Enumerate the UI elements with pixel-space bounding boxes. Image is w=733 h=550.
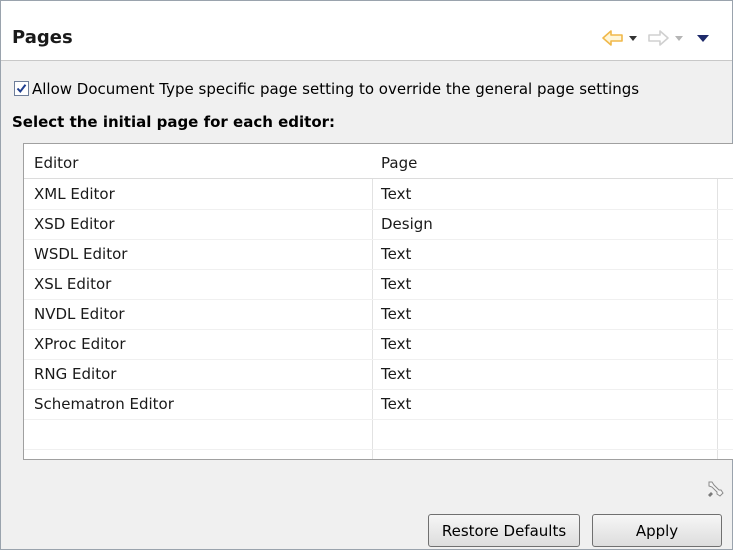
page-cell[interactable]: Text — [381, 365, 411, 383]
wrench-icon[interactable] — [704, 478, 724, 500]
override-checkbox-label[interactable]: Allow Document Type specific page settin… — [32, 80, 639, 98]
editor-cell: Schematron Editor — [34, 395, 174, 413]
table-header: Editor Page — [24, 144, 733, 179]
back-dropdown-icon[interactable] — [628, 35, 638, 43]
page-cell[interactable]: Text — [381, 185, 411, 203]
table-row[interactable]: NVDL Editor Text — [24, 299, 733, 330]
forward-arrow-icon[interactable] — [647, 30, 669, 46]
editor-cell: XSD Editor — [34, 215, 115, 233]
column-header-page[interactable]: Page — [381, 154, 417, 172]
page-cell[interactable]: Text — [381, 305, 411, 323]
table-row[interactable]: Schematron Editor Text — [24, 389, 733, 420]
apply-button[interactable]: Apply — [592, 514, 722, 547]
editor-pages-table[interactable]: Editor Page XML Editor Text XSD Editor D… — [23, 143, 733, 460]
back-arrow-icon[interactable] — [602, 30, 624, 46]
page-cell[interactable]: Text — [381, 395, 411, 413]
editor-cell: NVDL Editor — [34, 305, 125, 323]
page-cell[interactable]: Design — [381, 215, 433, 233]
preferences-page: Pages Allow Document Type specific page … — [0, 0, 733, 550]
table-row[interactable]: XProc Editor Text — [24, 329, 733, 360]
navigation-toolbar — [602, 30, 722, 48]
page-header: Pages — [1, 1, 732, 61]
section-label: Select the initial page for each editor: — [12, 113, 336, 131]
page-cell[interactable]: Text — [381, 335, 411, 353]
editor-cell: XML Editor — [34, 185, 115, 203]
table-row[interactable]: WSDL Editor Text — [24, 239, 733, 270]
editor-cell: WSDL Editor — [34, 245, 128, 263]
view-menu-icon[interactable] — [696, 34, 710, 43]
editor-cell: XSL Editor — [34, 275, 112, 293]
restore-defaults-button[interactable]: Restore Defaults — [428, 514, 580, 547]
page-title: Pages — [12, 27, 73, 48]
table-row[interactable]: XML Editor Text — [24, 179, 733, 210]
editor-cell: RNG Editor — [34, 365, 117, 383]
page-cell[interactable]: Text — [381, 275, 411, 293]
table-row[interactable]: XSD Editor Design — [24, 209, 733, 240]
column-header-editor[interactable]: Editor — [34, 154, 78, 172]
page-cell[interactable]: Text — [381, 245, 411, 263]
override-setting-row[interactable]: Allow Document Type specific page settin… — [13, 80, 728, 100]
table-row[interactable]: RNG Editor Text — [24, 359, 733, 390]
forward-dropdown-icon[interactable] — [674, 35, 684, 43]
table-row[interactable]: XSL Editor Text — [24, 269, 733, 300]
override-checkbox[interactable] — [14, 81, 29, 96]
check-mark-icon — [16, 84, 27, 94]
empty-table-row — [24, 419, 733, 450]
editor-cell: XProc Editor — [34, 335, 126, 353]
